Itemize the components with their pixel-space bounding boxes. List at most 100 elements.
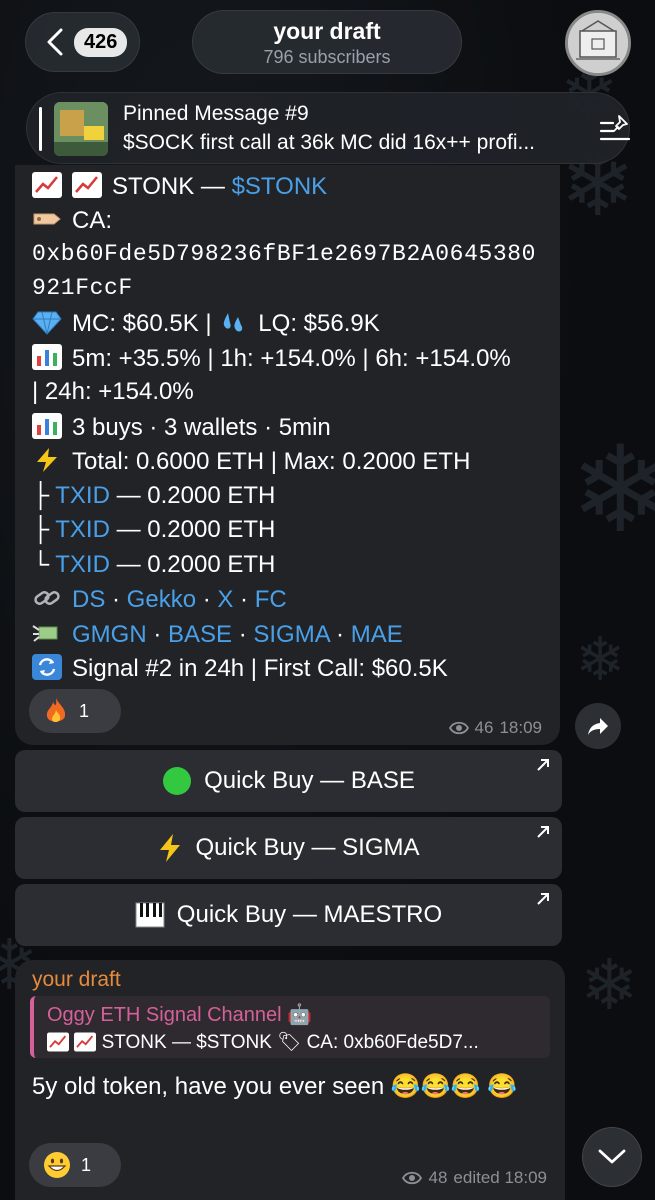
gekko-link[interactable]: Gekko [127,586,196,613]
bar-chart-icon [32,413,62,439]
total-max: Total: 0.6000 ETH | Max: 0.2000 ETH [72,448,471,475]
tree-prefix: ├ [32,482,50,509]
button-label: Quick Buy — BASE [204,767,415,794]
signal-line: Signal #2 in 24h | First Call: $60.5K [32,654,448,683]
chat-title: your draft [273,18,381,44]
label-tag-icon [33,213,61,225]
signal-message-bubble[interactable]: STONK — $STONK CA: 0xb60Fde5D798236fBF1e… [15,165,560,745]
ca-label: CA: [72,207,113,234]
price-changes: 5m: +35.5% | 1h: +154.0% | 6h: +154.0% [72,345,511,372]
x-link[interactable]: X [217,586,233,613]
quick-buy-maestro-button[interactable]: Quick Buy — MAESTRO [15,884,562,946]
subscriber-count: 796 subscribers [263,47,391,67]
gem-icon [32,311,62,335]
chat-title-header[interactable]: your draft 796 subscribers [192,10,462,74]
chart-increasing-icon [47,1032,69,1052]
tx-value: — 0.2000 ETH [109,482,276,509]
sigma-link[interactable]: SIGMA [253,621,329,648]
fire-icon [46,698,66,722]
separator: · [105,586,127,613]
ca-label-line: CA: [32,206,112,235]
changes-line1: 5m: +35.5% | 1h: +154.0% | 6h: +154.0% [32,344,511,373]
piano-keys-icon [135,902,165,928]
chevron-left-icon [47,28,63,56]
tx-row: ├ TXID — 0.2000 ETH [32,516,275,544]
tree-prefix: ├ [32,516,50,543]
txid-link[interactable]: TXID [55,516,110,543]
snowflake-decoration: ❄ [570,423,655,557]
contract-address-line1[interactable]: 0xb60Fde5D798236fBF1e2697B2A0645380 [32,241,536,267]
reaction-count: 1 [81,1154,92,1175]
bar-chart-icon [32,344,62,370]
view-count: 46 [474,718,494,737]
unread-count-badge: 426 [74,27,128,57]
quote-text: STONK — $STONK 🏷 CA: 0xb60Fde5D7... [47,1030,542,1054]
reply-message-bubble[interactable]: your draft Oggy ETH Signal Channel 🤖 STO… [15,960,565,1200]
external-arrow-icon [537,893,549,905]
liquidity: LQ: $56.9K [258,310,380,337]
message-meta: 46 18:09 [448,718,542,738]
tx-row: └ TXID — 0.2000 ETH [32,551,275,579]
grinning-face-icon [44,1152,70,1178]
tx-row: ├ TXID — 0.2000 ETH [32,482,275,510]
message-text: 5y old token, have you ever seen 😂😂😂 😂 [32,1073,518,1100]
gmgn-link[interactable]: GMGN [72,621,147,648]
snowflake-decoration: ❄ [580,946,639,1024]
pin-indicator [39,107,42,151]
chevron-down-icon [598,1149,626,1164]
views-eye-icon [402,1171,423,1185]
txid-link[interactable]: TXID [55,551,110,578]
quoted-message[interactable]: Oggy ETH Signal Channel 🤖 STONK — $STONK… [30,996,550,1058]
pinned-list-icon[interactable] [599,113,633,145]
mc-lq-line: MC: $60.5K | LQ: $56.9K [32,309,380,338]
separator: · [232,621,254,648]
links-line1: DS · Gekko · X · FC [32,585,287,614]
contract-address-line2[interactable]: 921FccF [32,275,133,301]
fc-link[interactable]: FC [255,586,287,613]
ds-link[interactable]: DS [72,586,105,613]
chart-increasing-icon [74,1032,97,1052]
message-time: 18:09 [499,718,542,737]
txid-link[interactable]: TXID [55,482,110,509]
token-line: STONK — $STONK [32,172,327,201]
message-meta: 48 edited 18:09 [402,1168,547,1188]
views-eye-icon [448,721,469,735]
separator: · [196,586,218,613]
channel-avatar[interactable] [565,10,631,76]
buys-summary: 3 buys · 3 wallets · 5min [72,414,331,441]
token-name: STONK — [112,173,232,200]
market-cap: MC: $60.5K | [72,310,219,337]
token-ticker-link[interactable]: $STONK [232,173,328,200]
scroll-to-bottom-button[interactable] [582,1127,642,1187]
quick-buy-base-button[interactable]: Quick Buy — BASE [15,750,562,812]
reaction-grin[interactable]: 1 [29,1143,121,1187]
message-edited-time: edited 18:09 [453,1168,547,1187]
tree-prefix: └ [32,551,50,578]
links-line2: GMGN · BASE · SIGMA · MAE [32,620,403,649]
external-arrow-icon [537,759,549,771]
message-author[interactable]: your draft [32,968,121,992]
green-circle-icon [163,767,192,795]
pinned-thumbnail [54,102,108,156]
tx-value: — 0.2000 ETH [109,516,276,543]
back-button[interactable]: 426 [25,12,140,72]
view-count: 48 [428,1168,448,1187]
link-chain-icon [34,591,60,605]
button-label: Quick Buy — MAESTRO [176,901,443,928]
base-link[interactable]: BASE [168,621,232,648]
pinned-text: $SOCK first call at 36k MC did 16x++ pro… [123,131,536,154]
external-arrow-icon [537,826,549,838]
total-line: Total: 0.6000 ETH | Max: 0.2000 ETH [32,447,470,476]
money-wings-icon [32,625,58,642]
pinned-message-bar[interactable]: Pinned Message #9 $SOCK first call at 36… [26,92,633,164]
separator: · [146,621,168,648]
reaction-fire[interactable]: 1 [29,689,121,733]
separator: · [329,621,351,648]
forward-button[interactable] [575,703,621,749]
pinned-title: Pinned Message #9 [123,102,309,125]
changes-line2: | 24h: +154.0% [32,378,194,405]
chart-increasing-icon [72,172,102,198]
quick-buy-sigma-button[interactable]: Quick Buy — SIGMA [15,817,562,879]
reaction-count: 1 [79,700,90,721]
mae-link[interactable]: MAE [351,621,403,648]
